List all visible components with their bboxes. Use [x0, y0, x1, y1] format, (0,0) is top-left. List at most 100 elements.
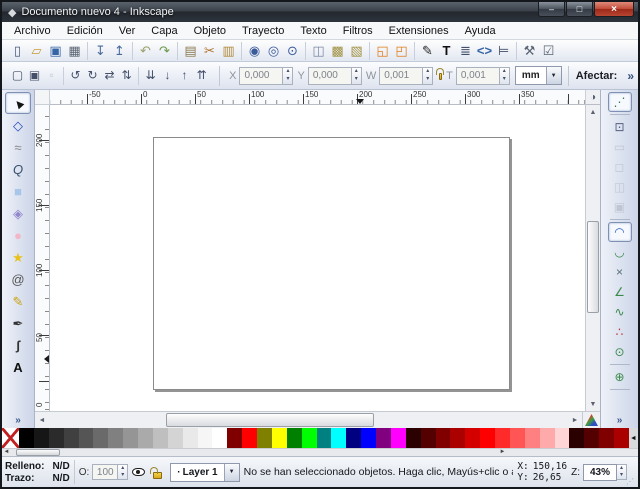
menu-texto[interactable]: Texto — [292, 24, 334, 38]
flip-vertical-icon[interactable]: ⇅ — [118, 67, 135, 84]
zoom-tool[interactable]: Q — [5, 158, 31, 180]
chevron-down-icon[interactable]: ▼ — [224, 464, 239, 481]
lower-icon[interactable]: ↓ — [159, 67, 176, 84]
scroll-left-icon[interactable]: ◄ — [35, 417, 49, 424]
text-tool[interactable]: A — [5, 356, 31, 378]
palette-swatch[interactable] — [198, 428, 213, 448]
palette-swatch[interactable] — [153, 428, 168, 448]
flip-horizontal-icon[interactable]: ⇄ — [101, 67, 118, 84]
y-spinner[interactable]: ▴▾ — [352, 67, 362, 85]
ellipse-tool[interactable]: ● — [5, 224, 31, 246]
height-input[interactable]: 0,001 — [456, 67, 500, 85]
toolbox-overflow-button[interactable]: » — [15, 415, 21, 426]
menu-edicion[interactable]: Edición — [59, 24, 111, 38]
snap-bbox-edges[interactable]: ▭ — [608, 137, 632, 157]
chevron-down-icon[interactable]: ▼ — [546, 67, 561, 84]
lock-ratio-icon[interactable] — [439, 73, 442, 80]
unit-selector[interactable]: mm ▼ — [515, 66, 562, 85]
palette-swatch[interactable] — [361, 428, 376, 448]
palette-swatch[interactable] — [555, 428, 570, 448]
ruler-corner-button[interactable]: ◑ — [585, 90, 600, 105]
palette-swatch[interactable] — [108, 428, 123, 448]
palette-swatch[interactable] — [465, 428, 480, 448]
scroll-down-icon[interactable]: ▼ — [590, 397, 597, 411]
redo-icon[interactable]: ↷ — [155, 41, 174, 60]
palette-swatch[interactable] — [302, 428, 317, 448]
menu-objeto[interactable]: Objeto — [186, 24, 234, 38]
spiral-tool[interactable]: @ — [5, 268, 31, 290]
enable-snapping[interactable]: ⋰ — [608, 92, 632, 112]
palette-swatch[interactable] — [495, 428, 510, 448]
create-clone-icon[interactable]: ▩ — [328, 41, 347, 60]
resize-grip[interactable]: ⋰ — [627, 457, 635, 487]
x-spinner[interactable]: ▴▾ — [283, 67, 293, 85]
xml-editor-icon[interactable]: <> — [475, 41, 494, 60]
palette-swatch[interactable] — [436, 428, 451, 448]
palette-swatch[interactable] — [227, 428, 242, 448]
preferences-icon[interactable]: ⚒ — [520, 41, 539, 60]
width-spinner[interactable]: ▴▾ — [423, 67, 433, 85]
lower-to-bottom-icon[interactable]: ⇊ — [142, 67, 159, 84]
palette-swatch[interactable] — [183, 428, 198, 448]
copy-icon[interactable]: ▤ — [181, 41, 200, 60]
snap-bounding-box[interactable]: ⊡ — [608, 117, 632, 137]
layer-visibility-eye-icon[interactable] — [132, 468, 145, 476]
maximize-button[interactable]: □ — [566, 2, 593, 17]
snap-rotation-centers[interactable]: ⊕ — [608, 367, 632, 387]
zoom-page-icon[interactable]: ⊙ — [283, 41, 302, 60]
menu-ayuda[interactable]: Ayuda — [457, 24, 504, 38]
palette-swatch[interactable] — [257, 428, 272, 448]
palette-scroll-right-icon[interactable]: ► — [498, 449, 507, 456]
snap-smooth-nodes[interactable]: ∿ — [608, 302, 632, 322]
palette-swatch[interactable] — [346, 428, 361, 448]
vertical-scrollbar[interactable]: ▲ ▼ — [585, 105, 600, 411]
palette-swatch[interactable] — [391, 428, 406, 448]
toolbar-overflow-button[interactable]: » — [627, 69, 634, 83]
import-icon[interactable]: ↧ — [91, 41, 110, 60]
fill-stroke-indicator[interactable]: Relleno: N/D Trazo: N/D — [5, 461, 70, 484]
snap-nodes[interactable]: ◠ — [608, 222, 632, 242]
palette-scroll-left-icon[interactable]: ◄ — [2, 449, 11, 456]
palette-swatch[interactable] — [540, 428, 555, 448]
undo-icon[interactable]: ↶ — [136, 41, 155, 60]
horizontal-ruler[interactable]: -50050100150200250300350 — [50, 90, 585, 105]
raise-to-top-icon[interactable]: ⇈ — [193, 67, 210, 84]
snap-cusp-nodes[interactable]: ∠ — [608, 282, 632, 302]
snap-object-centers[interactable]: ⊙ — [608, 342, 632, 362]
palette-swatch[interactable] — [212, 428, 227, 448]
star-tool[interactable]: ★ — [5, 246, 31, 268]
palette-scrollbar[interactable]: ◄ ► — [2, 448, 638, 456]
palette-swatch[interactable] — [614, 428, 629, 448]
scroll-up-icon[interactable]: ▲ — [590, 105, 597, 119]
zoom-input[interactable]: 43% — [583, 464, 617, 481]
raise-icon[interactable]: ↑ — [176, 67, 193, 84]
palette-swatch[interactable] — [93, 428, 108, 448]
selector-tool[interactable]: ▲ — [5, 92, 31, 114]
palette-swatch[interactable] — [49, 428, 64, 448]
palette-swatch[interactable] — [406, 428, 421, 448]
pen-tool[interactable]: ✒ — [5, 312, 31, 334]
palette-swatch[interactable] — [272, 428, 287, 448]
rectangle-tool[interactable]: ■ — [5, 180, 31, 202]
palette-swatch[interactable] — [64, 428, 79, 448]
deselect-icon[interactable]: ▫ — [43, 67, 60, 84]
menu-ver[interactable]: Ver — [111, 24, 144, 38]
palette-swatch[interactable] — [34, 428, 49, 448]
snap-line-midpoints[interactable]: ∴ — [608, 322, 632, 342]
align-dialog-icon[interactable]: ⊨ — [494, 41, 513, 60]
palette-swatch[interactable] — [450, 428, 465, 448]
palette-swatch[interactable] — [525, 428, 540, 448]
palette-scroll-thumb[interactable] — [16, 449, 60, 456]
fill-stroke-dialog-icon[interactable]: ✎ — [418, 41, 437, 60]
print-document-icon[interactable]: ▦ — [65, 41, 84, 60]
tweak-tool[interactable]: ≈ — [5, 136, 31, 158]
palette-swatch[interactable] — [287, 428, 302, 448]
horizontal-scrollbar[interactable]: ◄ ► — [35, 412, 582, 428]
select-all-in-layers-icon[interactable]: ▣ — [26, 67, 43, 84]
snap-bbox-edge-midpoints[interactable]: ◫ — [608, 177, 632, 197]
snap-path-intersections[interactable]: × — [608, 262, 632, 282]
opacity-input[interactable]: 100 — [92, 464, 118, 480]
palette-swatch[interactable] — [331, 428, 346, 448]
palette-swatch[interactable] — [168, 428, 183, 448]
menu-trayecto[interactable]: Trayecto — [234, 24, 292, 38]
